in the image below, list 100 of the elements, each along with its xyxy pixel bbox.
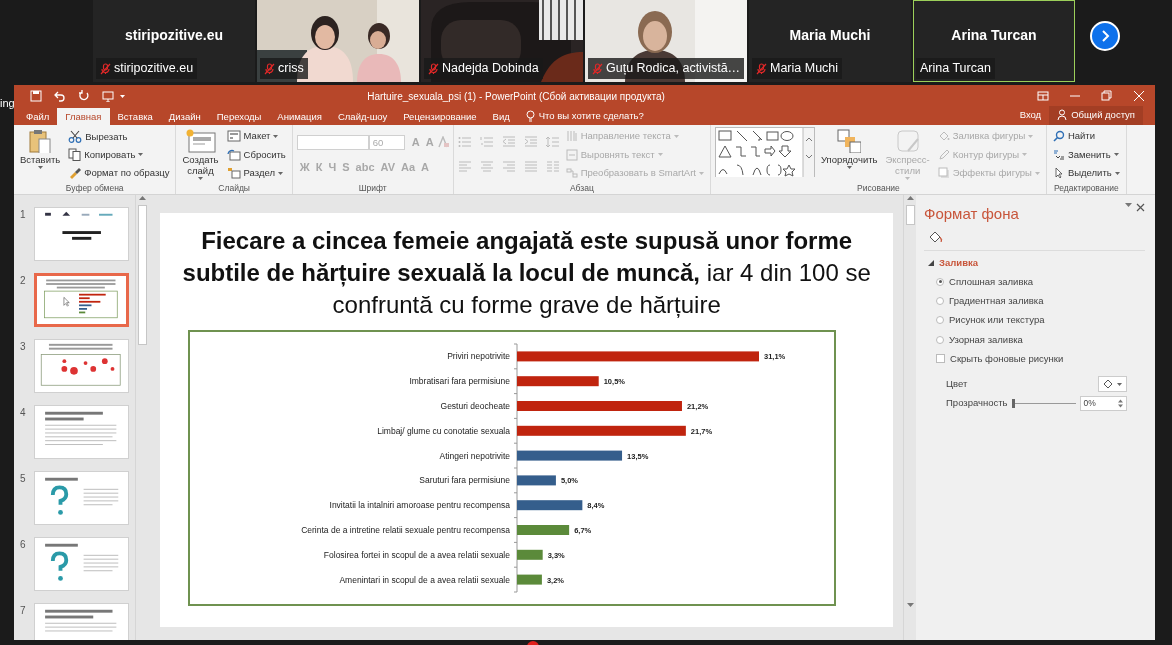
ribbon-tab[interactable]: Дизайн — [160, 108, 209, 125]
color-picker-button[interactable] — [1098, 376, 1127, 392]
search-icon — [1052, 130, 1065, 142]
pencil-icon — [937, 148, 950, 161]
slider-thumb[interactable] — [1011, 399, 1015, 408]
caret-icon — [1034, 171, 1040, 175]
field-label: Прозрачность — [946, 396, 1008, 411]
pane-title: Формат фона — [924, 204, 1020, 224]
save-icon[interactable] — [30, 90, 42, 102]
ribbon-tab[interactable]: Анимация — [269, 108, 330, 125]
group-label: Буфер обмена — [64, 182, 125, 194]
checkbox-option[interactable]: Скрыть фоновые рисунки — [936, 351, 1064, 366]
ribbon-tab[interactable]: Вид — [484, 108, 518, 125]
ribbon-button[interactable]: Копировать — [66, 148, 172, 161]
close-icon[interactable] — [1136, 203, 1145, 212]
caret-icon — [138, 153, 144, 156]
category-label: Invitatii la intalniri amoroase pentru recompensa — [329, 500, 511, 511]
scissors-icon — [68, 130, 83, 143]
fill-icon — [1103, 379, 1113, 389]
caret-icon — [846, 166, 852, 169]
fill-icon[interactable] — [928, 229, 944, 244]
caret-icon — [37, 166, 43, 169]
caret-icon — [120, 94, 125, 98]
category-label: Folosirea fortei in scopul de a avea relatii sexuale — [324, 549, 511, 560]
ribbon-button[interactable]: Вставить — [18, 127, 63, 182]
triangle-icon — [928, 259, 934, 266]
slide-thumbnail[interactable] — [33, 207, 130, 261]
category-label: Limbaj/ glume cu conotatie sexuala — [377, 425, 511, 436]
slide-thumbnail[interactable] — [33, 471, 130, 525]
ribbon-button[interactable]: Макет — [224, 130, 288, 142]
sign-in-button[interactable]: Вход — [1011, 106, 1050, 125]
ribbon-button[interactable]: Найти — [1050, 130, 1122, 142]
ribbon-tab[interactable]: Слайд-шоу — [329, 108, 396, 125]
ribbon-button[interactable]: Сбросить — [224, 148, 288, 161]
font-name-field[interactable] — [296, 134, 369, 150]
scrollbar-thumb[interactable] — [905, 205, 915, 225]
slide-thumbnail[interactable] — [33, 405, 130, 459]
section-header[interactable]: Заливка — [928, 255, 978, 270]
radio-option[interactable]: Градиентная заливка — [936, 294, 1044, 309]
replace-icon — [1052, 148, 1065, 161]
smartart-icon — [565, 167, 578, 179]
copy-icon — [68, 148, 82, 161]
bar — [517, 500, 583, 511]
ribbon-button[interactable]: Вырезать — [66, 130, 172, 143]
slide-number: 6 — [20, 538, 27, 552]
ribbon-button[interactable]: Формат по образцу — [66, 166, 172, 179]
restore-icon[interactable] — [1101, 90, 1113, 102]
caret-icon — [278, 171, 283, 175]
text-direction-icon — [565, 130, 578, 142]
name-label: Guțu Rodica, activistă… — [588, 58, 745, 79]
ribbon-button[interactable]: Раздел — [224, 167, 288, 179]
align-text-icon — [565, 148, 578, 161]
slide-number: 1 — [20, 208, 27, 222]
ribbon-button[interactable]: Выделить — [1050, 167, 1122, 179]
undo-icon[interactable] — [54, 90, 66, 102]
ribbon-button[interactable]: Заменить — [1050, 148, 1122, 161]
new-slide-icon — [185, 129, 216, 153]
window-text: ing — [0, 96, 15, 111]
bucket-icon — [937, 130, 950, 142]
caret-icon — [905, 177, 911, 180]
bar — [517, 549, 543, 560]
slideshow-icon[interactable] — [102, 90, 114, 102]
category-label: Cerinta de a intretine relatii sexuale pentru recompensa — [301, 525, 511, 535]
ribbon-button[interactable]: Создать слайд — [180, 127, 221, 182]
slide-thumbnail[interactable] — [33, 339, 130, 393]
scrollbar-thumb[interactable] — [137, 205, 147, 345]
brush-icon — [68, 166, 82, 179]
caret-icon — [657, 153, 663, 156]
next-page-button[interactable] — [1090, 21, 1120, 51]
cursor-icon — [1052, 167, 1065, 179]
caret-icon[interactable] — [1125, 203, 1132, 208]
ribbon-tab[interactable]: Файл — [18, 108, 58, 125]
ribbon-tab[interactable]: Переходы — [208, 108, 270, 125]
spin-field[interactable]: 0% — [1079, 396, 1127, 411]
group-label: Рисование — [856, 182, 901, 194]
group-label: Слайды — [217, 182, 251, 194]
bar — [517, 574, 543, 585]
slide-thumbnail[interactable] — [33, 537, 130, 591]
share-button[interactable]: Общий доступ — [1049, 106, 1143, 125]
redo-icon[interactable] — [78, 90, 90, 102]
caret-icon — [673, 134, 679, 138]
participant-name: stiripozitive.eu — [125, 25, 223, 45]
shapes-gallery[interactable] — [714, 127, 815, 177]
ribbon-tab[interactable]: Вставка — [109, 108, 161, 125]
ribbon-display-icon[interactable] — [1037, 90, 1049, 102]
bar — [517, 475, 557, 486]
chevron-icon — [1100, 30, 1110, 42]
radio-option[interactable]: Узорная заливка — [936, 332, 1023, 347]
radio-option[interactable]: Рисунок или текстура — [936, 313, 1045, 328]
tell-me-field[interactable]: Что вы хотите сделать? — [538, 108, 679, 123]
caret-icon — [1114, 171, 1120, 175]
clipboard-icon — [29, 129, 52, 153]
ribbon-tab[interactable]: Рецензирование — [395, 108, 485, 125]
caret-icon — [198, 177, 203, 180]
person-icon — [1057, 109, 1068, 120]
radio-option[interactable]: Сплошная заливка — [936, 274, 1034, 289]
slide-thumbnail[interactable] — [33, 273, 130, 327]
scroll-down-icon[interactable] — [906, 602, 914, 608]
ribbon-button[interactable]: Упорядочить — [818, 127, 880, 182]
ribbon-tab[interactable]: Главная — [57, 108, 110, 125]
